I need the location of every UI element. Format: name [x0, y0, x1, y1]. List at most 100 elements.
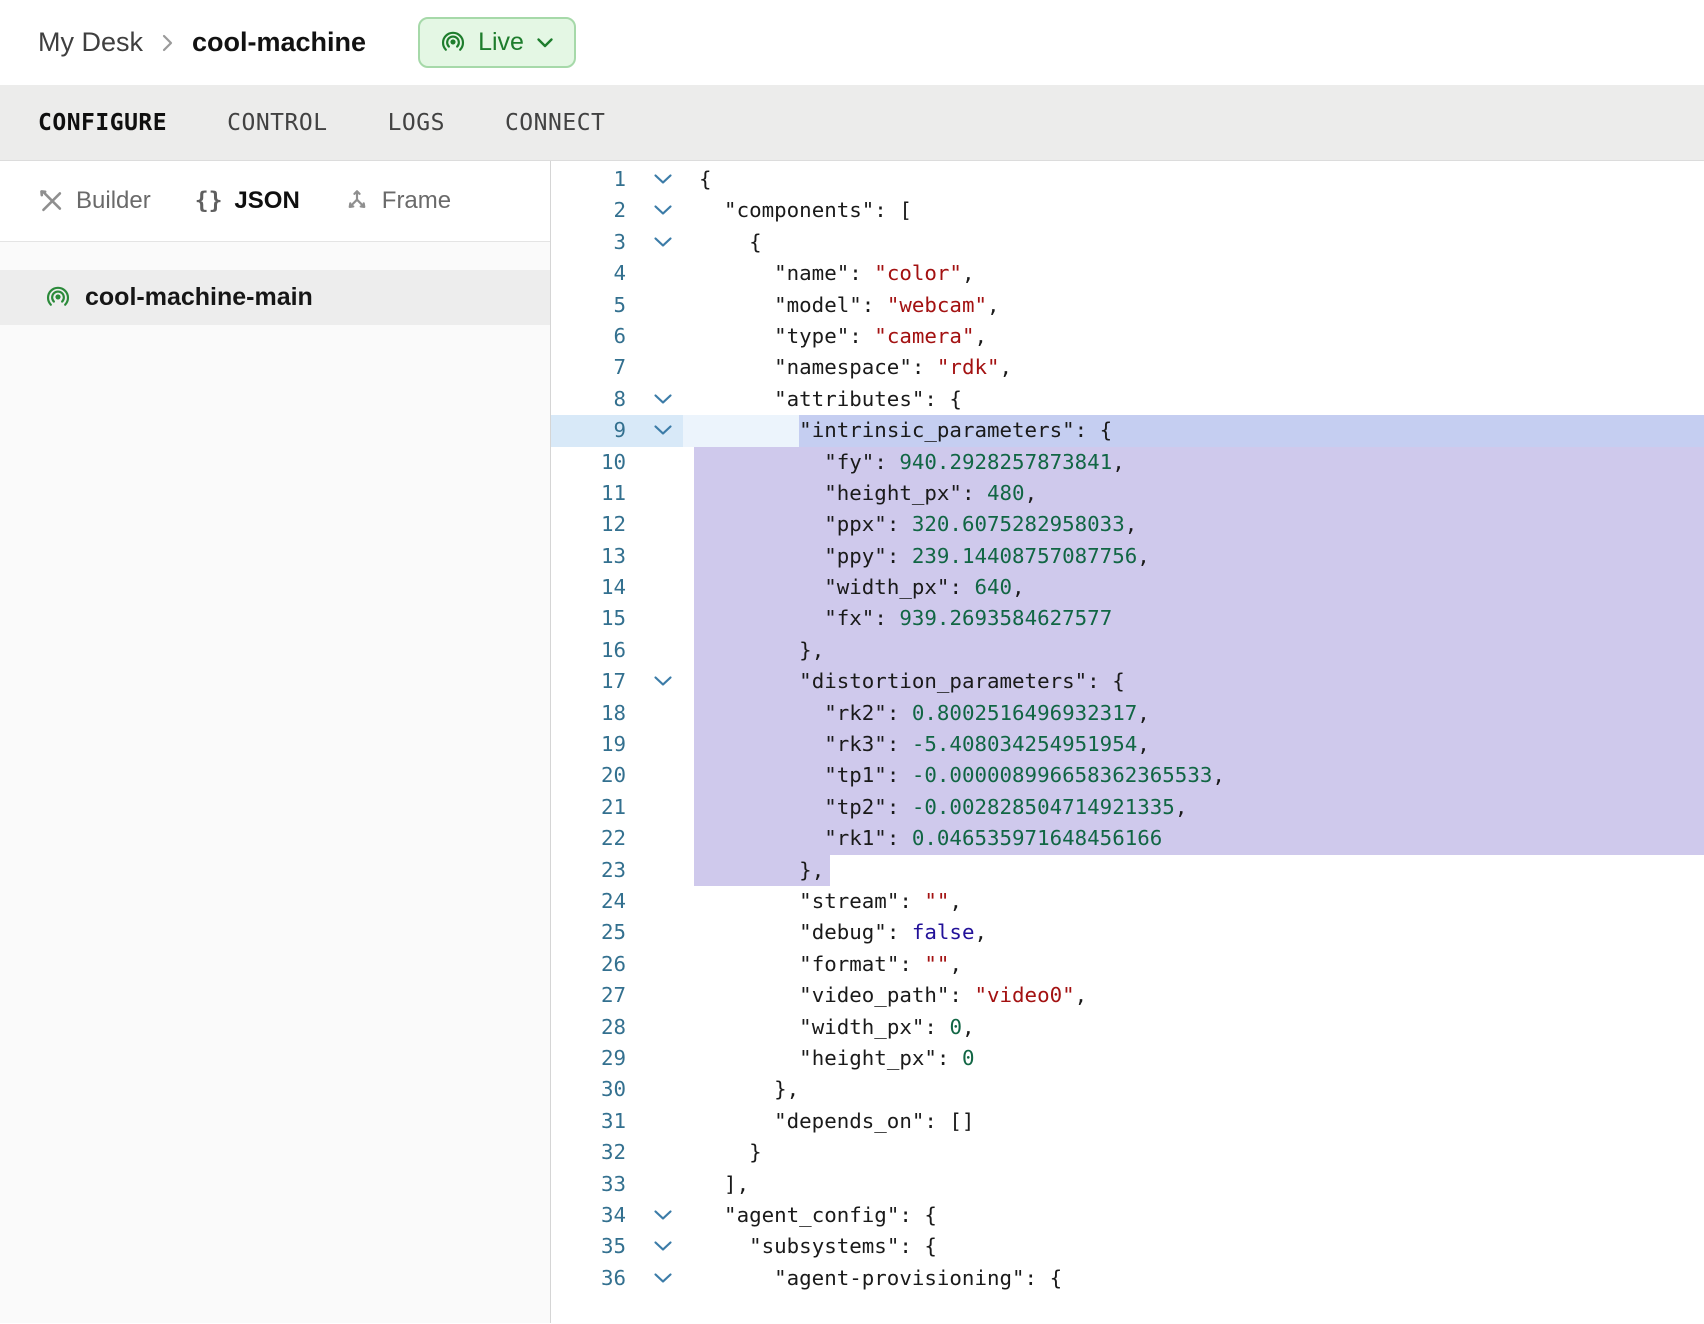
fold-chevron-icon[interactable] — [653, 173, 673, 185]
code-line[interactable]: 21 "tp2": -0.002828504714921335, — [551, 792, 1704, 823]
line-number: 36 — [551, 1263, 626, 1294]
main-content: Builder {} JSON Frame — [0, 161, 1704, 1323]
line-number: 27 — [551, 980, 626, 1011]
mode-frame[interactable]: Frame — [344, 187, 451, 215]
machine-part-name: cool-machine-main — [85, 283, 313, 312]
line-number: 20 — [551, 760, 626, 791]
code-line[interactable]: 2 "components": [ — [551, 195, 1704, 226]
tab-control[interactable]: CONTROL — [227, 110, 327, 136]
breadcrumb-current: cool-machine — [192, 27, 366, 58]
code-line[interactable]: 7 "namespace": "rdk", — [551, 352, 1704, 383]
line-number: 15 — [551, 603, 626, 634]
code-line[interactable]: 8 "attributes": { — [551, 384, 1704, 415]
code-line[interactable]: 34 "agent_config": { — [551, 1200, 1704, 1231]
code-text: "tp2": -0.002828504714921335, — [699, 792, 1187, 823]
code-line[interactable]: 28 "width_px": 0, — [551, 1012, 1704, 1043]
code-line[interactable]: 35 "subsystems": { — [551, 1231, 1704, 1262]
chevron-down-icon — [536, 37, 554, 49]
line-number: 23 — [551, 855, 626, 886]
breadcrumb-root-link[interactable]: My Desk — [38, 27, 143, 58]
line-number: 32 — [551, 1137, 626, 1168]
code-line[interactable]: 23 }, — [551, 855, 1704, 886]
line-number: 3 — [551, 227, 626, 258]
editor-lines: 1{2 "components": [3 {4 "name": "color",… — [551, 164, 1704, 1294]
tab-logs[interactable]: LOGS — [388, 110, 445, 136]
line-number: 17 — [551, 666, 626, 697]
sidebar-item-machine-part[interactable]: cool-machine-main — [0, 270, 550, 325]
code-line[interactable]: 25 "debug": false, — [551, 917, 1704, 948]
code-line[interactable]: 30 }, — [551, 1074, 1704, 1105]
code-line[interactable]: 3 { — [551, 227, 1704, 258]
live-status-dropdown[interactable]: Live — [418, 17, 576, 68]
line-number: 26 — [551, 949, 626, 980]
line-number: 21 — [551, 792, 626, 823]
code-text: "fx": 939.2693584627577 — [699, 603, 1112, 634]
code-line[interactable]: 17 "distortion_parameters": { — [551, 666, 1704, 697]
code-line[interactable]: 10 "fy": 940.2928257873841, — [551, 447, 1704, 478]
code-line[interactable]: 5 "model": "webcam", — [551, 290, 1704, 321]
line-number: 10 — [551, 447, 626, 478]
code-line[interactable]: 26 "format": "", — [551, 949, 1704, 980]
fold-chevron-icon[interactable] — [653, 393, 673, 405]
broadcast-icon — [45, 285, 71, 311]
code-line[interactable]: 14 "width_px": 640, — [551, 572, 1704, 603]
line-number: 8 — [551, 384, 626, 415]
code-line[interactable]: 36 "agent-provisioning": { — [551, 1263, 1704, 1294]
code-line[interactable]: 32 } — [551, 1137, 1704, 1168]
line-number: 13 — [551, 541, 626, 572]
code-text: "ppx": 320.6075282958033, — [699, 509, 1137, 540]
code-text: "agent_config": { — [699, 1200, 937, 1231]
code-line[interactable]: 4 "name": "color", — [551, 258, 1704, 289]
code-line[interactable]: 11 "height_px": 480, — [551, 478, 1704, 509]
code-text: "namespace": "rdk", — [699, 352, 1012, 383]
code-line[interactable]: 16 }, — [551, 635, 1704, 666]
code-line[interactable]: 29 "height_px": 0 — [551, 1043, 1704, 1074]
line-number: 28 — [551, 1012, 626, 1043]
code-text: { — [699, 164, 712, 195]
fold-chevron-icon[interactable] — [653, 675, 673, 687]
mode-builder[interactable]: Builder — [38, 187, 151, 215]
code-line[interactable]: 15 "fx": 939.2693584627577 — [551, 603, 1704, 634]
config-mode-toggle: Builder {} JSON Frame — [0, 161, 550, 242]
live-status-label: Live — [478, 28, 524, 57]
fold-chevron-icon[interactable] — [653, 1209, 673, 1221]
tab-configure[interactable]: CONFIGURE — [38, 110, 167, 136]
fold-chevron-icon[interactable] — [653, 1240, 673, 1252]
json-editor[interactable]: 1{2 "components": [3 {4 "name": "color",… — [551, 161, 1704, 1323]
fold-chevron-icon[interactable] — [653, 236, 673, 248]
code-line[interactable]: 31 "depends_on": [] — [551, 1106, 1704, 1137]
code-text: "depends_on": [] — [699, 1106, 974, 1137]
code-line[interactable]: 18 "rk2": 0.8002516496932317, — [551, 698, 1704, 729]
line-number: 22 — [551, 823, 626, 854]
code-line[interactable]: 9 "intrinsic_parameters": { — [551, 415, 1704, 446]
tab-connect[interactable]: CONNECT — [505, 110, 605, 136]
fold-chevron-icon[interactable] — [653, 424, 673, 436]
code-text: "fy": 940.2928257873841, — [699, 447, 1125, 478]
code-line[interactable]: 24 "stream": "", — [551, 886, 1704, 917]
braces-icon: {} — [195, 188, 223, 214]
fold-chevron-icon[interactable] — [653, 204, 673, 216]
line-number: 29 — [551, 1043, 626, 1074]
code-text: "intrinsic_parameters": { — [699, 415, 1112, 446]
code-line[interactable]: 1{ — [551, 164, 1704, 195]
broadcast-icon — [440, 30, 466, 56]
code-line[interactable]: 13 "ppy": 239.14408757087756, — [551, 541, 1704, 572]
mode-frame-label: Frame — [382, 187, 451, 215]
line-number: 18 — [551, 698, 626, 729]
code-text: "debug": false, — [699, 917, 987, 948]
code-line[interactable]: 19 "rk3": -5.408034254951954, — [551, 729, 1704, 760]
code-text: "distortion_parameters": { — [699, 666, 1125, 697]
line-number: 34 — [551, 1200, 626, 1231]
code-line[interactable]: 6 "type": "camera", — [551, 321, 1704, 352]
code-line[interactable]: 22 "rk1": 0.046535971648456166 — [551, 823, 1704, 854]
code-text: "width_px": 640, — [699, 572, 1025, 603]
code-line[interactable]: 33 ], — [551, 1169, 1704, 1200]
mode-json[interactable]: {} JSON — [195, 187, 300, 215]
line-number: 19 — [551, 729, 626, 760]
code-line[interactable]: 20 "tp1": -0.000008996658362365533, — [551, 760, 1704, 791]
code-text: { — [699, 227, 762, 258]
fold-chevron-icon[interactable] — [653, 1272, 673, 1284]
code-line[interactable]: 12 "ppx": 320.6075282958033, — [551, 509, 1704, 540]
code-line[interactable]: 27 "video_path": "video0", — [551, 980, 1704, 1011]
line-number: 9 — [551, 415, 626, 446]
